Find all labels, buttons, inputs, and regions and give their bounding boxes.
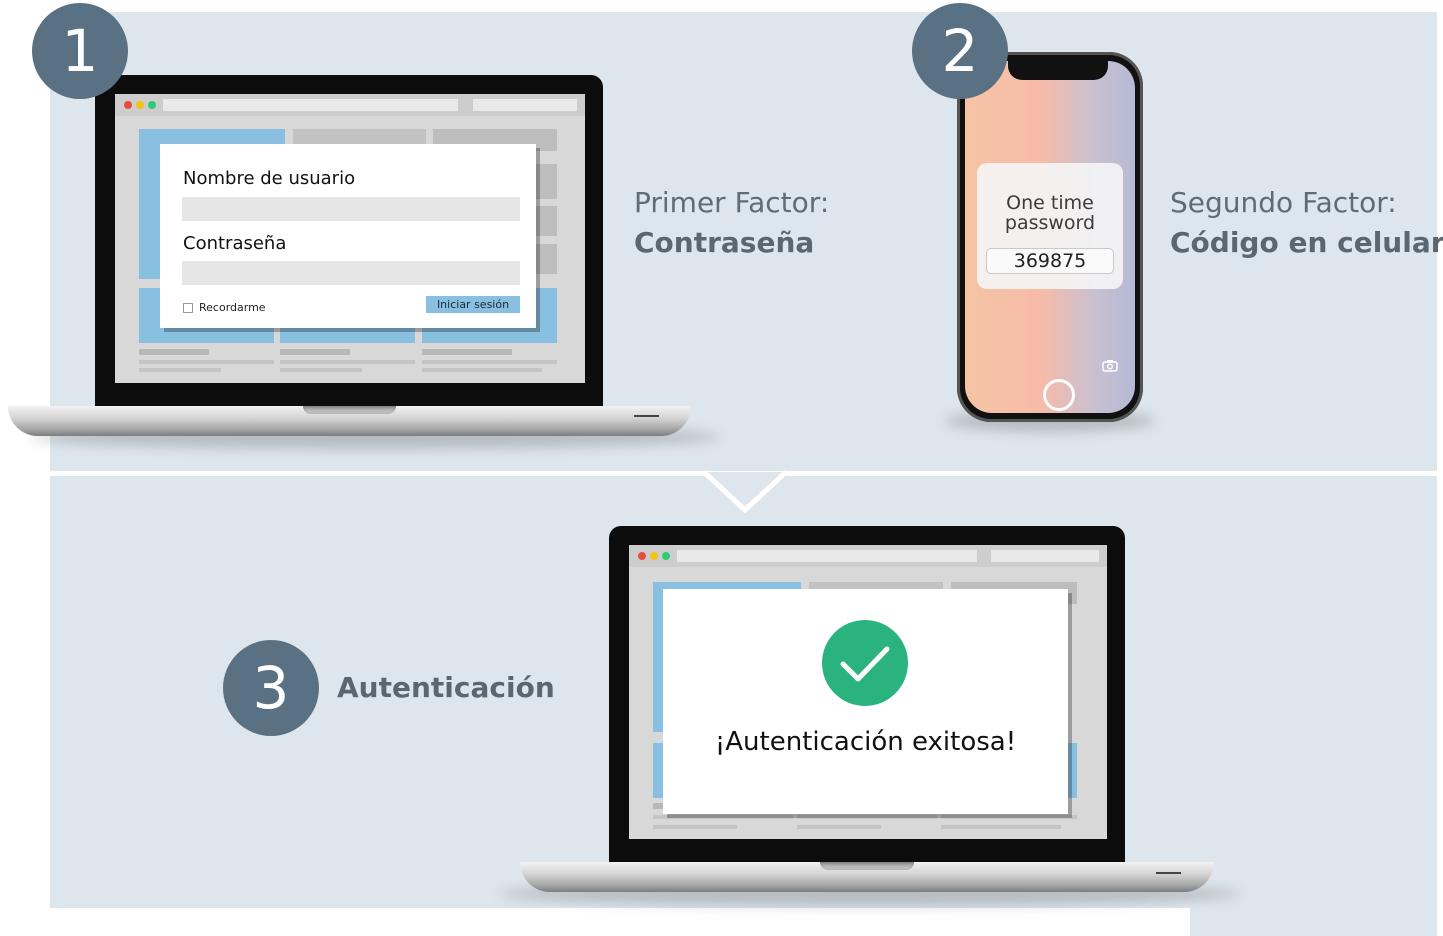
camera-icon — [1102, 360, 1118, 372]
text-line — [941, 825, 1061, 829]
text-line — [797, 815, 937, 819]
laptop-screen: Nombre de usuario Contraseña Recordarme … — [115, 94, 585, 383]
search-bar — [991, 550, 1099, 562]
text-line — [422, 349, 512, 355]
address-bar — [163, 99, 458, 111]
bottom-panel-extension — [1190, 900, 1437, 936]
step-1-title: Primer Factor: — [634, 186, 830, 219]
otp-notification: One time password 369875 — [977, 163, 1123, 289]
text-line — [797, 825, 881, 829]
password-label: Contraseña — [183, 233, 287, 254]
remember-checkbox[interactable] — [183, 303, 193, 313]
step-2-title: Segundo Factor: — [1170, 186, 1397, 219]
text-line — [280, 349, 350, 355]
text-line — [139, 349, 209, 355]
phone-notch — [1008, 61, 1108, 80]
username-input[interactable] — [182, 197, 520, 221]
step-3-title: Autenticación — [337, 671, 555, 704]
minimize-dot-icon — [650, 552, 658, 560]
text-line — [653, 825, 737, 829]
step-1-subtitle: Contraseña — [634, 226, 815, 259]
phone-screen: One time password 369875 — [965, 61, 1135, 413]
maximize-dot-icon — [662, 552, 670, 560]
close-dot-icon — [638, 552, 646, 560]
text-line — [422, 368, 542, 372]
placeholder-card — [535, 244, 557, 274]
otp-line-2: password — [1004, 212, 1096, 234]
browser-bar — [115, 94, 585, 116]
placeholder-bar — [293, 129, 426, 144]
text-line — [139, 368, 221, 372]
step-2-badge: 2 — [912, 3, 1008, 99]
placeholder-card — [535, 164, 557, 199]
placeholder-card — [535, 206, 557, 236]
checkmark-icon — [822, 620, 908, 706]
otp-code: 369875 — [986, 248, 1114, 274]
search-bar — [473, 99, 577, 111]
remember-label: Recordarme — [199, 301, 266, 314]
success-message: ¡Autenticación exitosa! — [714, 727, 1017, 757]
success-dialog: ¡Autenticación exitosa! — [663, 589, 1068, 814]
phone: One time password 369875 — [957, 52, 1143, 422]
login-dialog: Nombre de usuario Contraseña Recordarme … — [160, 144, 536, 328]
login-button[interactable]: Iniciar sesión — [426, 296, 520, 313]
minimize-dot-icon — [136, 101, 144, 109]
laptop-slot — [634, 415, 659, 417]
laptop-slot — [1156, 872, 1181, 874]
browser-bar — [629, 545, 1107, 567]
text-line — [941, 815, 1077, 819]
text-line — [139, 360, 274, 364]
close-dot-icon — [124, 101, 132, 109]
password-input[interactable] — [182, 261, 520, 285]
laptop-notch — [820, 862, 914, 870]
home-button[interactable] — [1043, 379, 1075, 411]
chevron-down-icon — [702, 470, 788, 514]
text-line — [653, 815, 793, 819]
text-line — [280, 368, 362, 372]
laptop-notch — [303, 406, 396, 414]
text-line — [422, 360, 557, 364]
otp-line-1: One time — [1006, 192, 1094, 214]
step-1-badge: 1 — [32, 3, 128, 99]
step-3-badge: 3 — [223, 640, 319, 736]
maximize-dot-icon — [148, 101, 156, 109]
username-label: Nombre de usuario — [183, 168, 356, 189]
address-bar — [677, 550, 977, 562]
text-line — [280, 360, 415, 364]
step-2-subtitle: Código en celular — [1170, 226, 1443, 259]
laptop-screen: ¡Autenticación exitosa! — [629, 545, 1107, 839]
